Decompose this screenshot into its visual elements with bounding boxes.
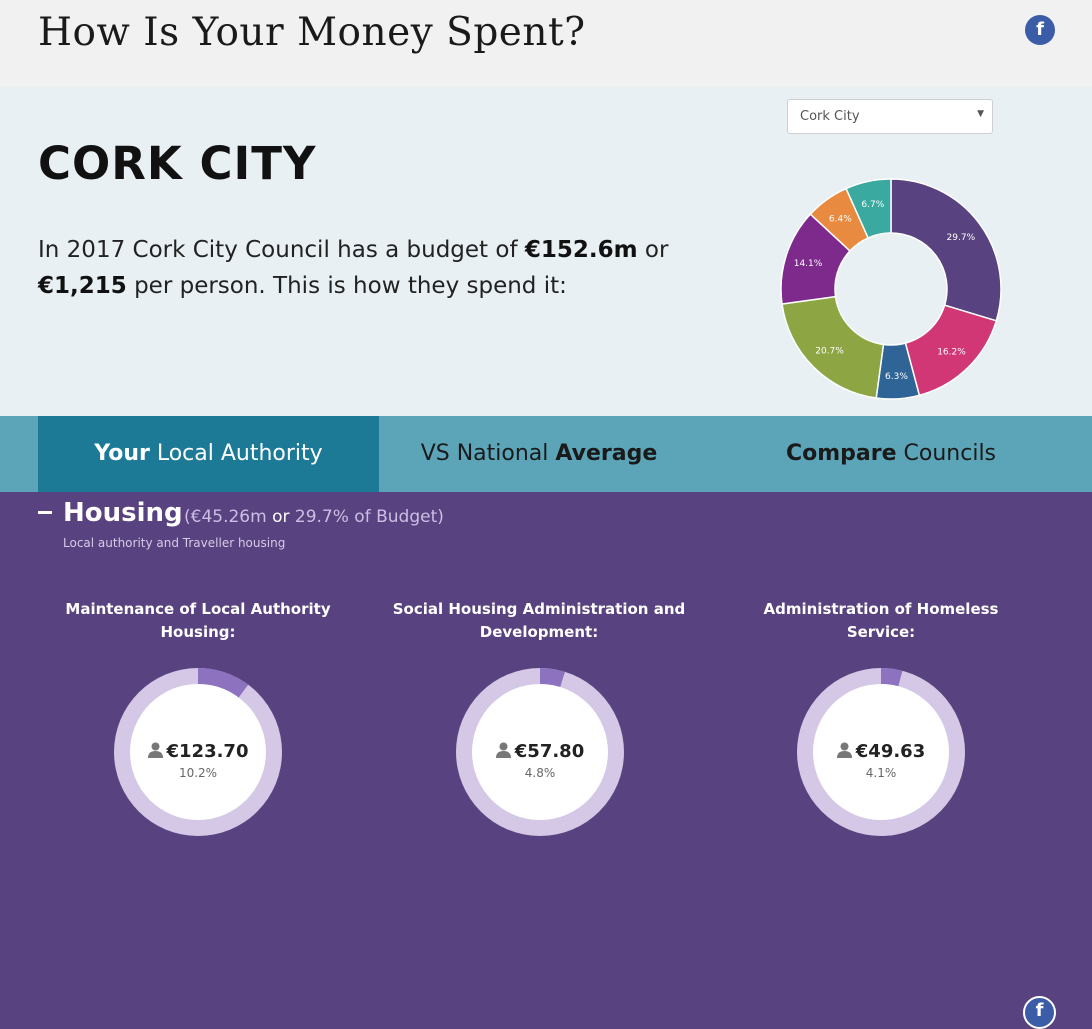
- budget-text-1: In 2017 Cork City Council has a budget o…: [38, 237, 525, 263]
- facebook-share-icon[interactable]: f: [1023, 996, 1056, 1029]
- percent-label: 4.8%: [524, 765, 556, 780]
- card-title: Administration of Homeless Service:: [763, 600, 999, 641]
- person-icon: [147, 742, 163, 763]
- top-bar: How Is Your Money Spent? f: [0, 0, 1092, 87]
- donut-slice-label: 6.7%: [861, 200, 884, 210]
- housing-section: Housing (€45.26m or 29.7% of Budget) Loc…: [0, 492, 1092, 1029]
- budget-per-person: €1,215: [38, 273, 127, 299]
- ring-center: €123.70 10.2%: [128, 741, 268, 780]
- council-name: CORK CITY: [38, 137, 317, 190]
- donut-slice-label: 14.1%: [794, 259, 823, 269]
- tab-vs-national-average[interactable]: VS National Average: [379, 416, 699, 492]
- facebook-share-icon[interactable]: f: [1025, 15, 1055, 45]
- person-icon: [495, 742, 511, 763]
- tab-label-bold: Your: [94, 441, 150, 466]
- section-amount: (€45.26m or 29.7% of Budget): [184, 507, 444, 527]
- person-icon: [836, 742, 852, 763]
- site-title: How Is Your Money Spent?: [38, 10, 586, 55]
- ring-center: €57.80 4.8%: [470, 741, 610, 780]
- spend-card: Maintenance of Local Authority Housing:: [48, 598, 348, 644]
- section-description: Local authority and Traveller housing: [63, 536, 286, 550]
- percent-label: 10.2%: [178, 765, 218, 780]
- donut-chart-svg: 29.7% 16.2% 6.3% 20.7% 14.1% 6.4% 6.7%: [780, 178, 1002, 400]
- tab-your-local-authority[interactable]: Your Local Authority: [38, 416, 379, 492]
- section-title: Housing: [63, 498, 183, 528]
- donut-slice-label: 16.2%: [937, 348, 966, 358]
- card-title: Maintenance of Local Authority Housing:: [65, 600, 331, 641]
- tab-label-text: VS National: [420, 441, 556, 466]
- tab-label-text: Local Authority: [149, 441, 323, 466]
- tab-label-bold: Compare: [785, 441, 897, 466]
- donut-slice-label: 20.7%: [815, 347, 844, 357]
- ring-center: €49.63 4.1%: [811, 741, 951, 780]
- per-person-value: €49.63: [855, 741, 926, 762]
- budget-text-3: per person. This is how they spend it:: [126, 273, 567, 299]
- donut-slice-label: 29.7%: [947, 233, 976, 243]
- budget-text-2: or: [637, 237, 669, 263]
- per-person-value: €123.70: [166, 741, 249, 762]
- spend-card: Administration of Homeless Service:: [731, 598, 1031, 644]
- tab-label-text: Councils: [896, 441, 997, 466]
- tab-compare-councils[interactable]: Compare Councils: [699, 416, 1083, 492]
- donut-slice-label: 6.3%: [885, 372, 908, 382]
- budget-summary: In 2017 Cork City Council has a budget o…: [38, 232, 698, 304]
- section-amount-value: (€45.26m: [184, 507, 267, 527]
- donut-slice-label: 6.4%: [829, 214, 852, 224]
- donut-slice[interactable]: [890, 178, 1002, 322]
- collapse-icon[interactable]: [38, 511, 52, 514]
- budget-amount: €152.6m: [524, 237, 638, 263]
- section-percent: 29.7% of Budget): [294, 507, 444, 527]
- tab-bar: Your Local Authority VS National Average…: [0, 416, 1092, 492]
- section-or: or: [272, 507, 290, 527]
- budget-donut-chart: 29.7% 16.2% 6.3% 20.7% 14.1% 6.4% 6.7%: [778, 87, 1008, 407]
- tab-label-bold: Average: [555, 441, 658, 466]
- percent-label: 4.1%: [865, 765, 897, 780]
- card-title: Social Housing Administration and Develo…: [392, 600, 686, 641]
- spend-card: Social Housing Administration and Develo…: [389, 598, 689, 644]
- per-person-value: €57.80: [514, 741, 585, 762]
